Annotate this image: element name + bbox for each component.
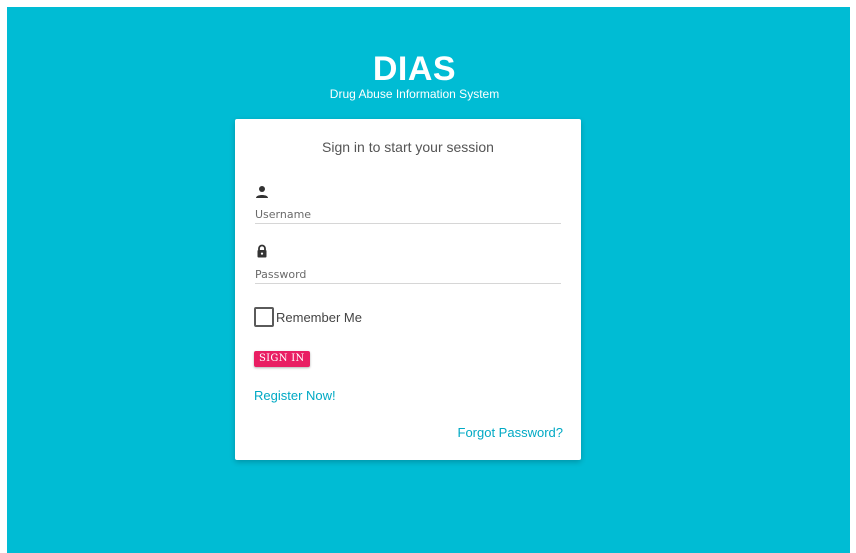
- login-page-background: DIAS Drug Abuse Information System Sign …: [7, 7, 850, 553]
- app-title: DIAS: [372, 50, 457, 88]
- register-link[interactable]: Register Now!: [254, 388, 336, 403]
- brand-header: DIAS Drug Abuse Information System: [7, 51, 822, 101]
- forgot-password-link[interactable]: Forgot Password?: [458, 425, 564, 440]
- sign-in-button[interactable]: SIGN IN: [254, 351, 310, 367]
- remember-me-label: Remember Me: [276, 309, 362, 325]
- lock-icon: [255, 244, 269, 258]
- password-input[interactable]: [255, 265, 561, 284]
- person-icon: [255, 185, 269, 199]
- username-input[interactable]: [255, 205, 561, 224]
- remember-me-row[interactable]: Remember Me: [254, 307, 362, 327]
- app-subtitle: Drug Abuse Information System: [329, 87, 500, 101]
- remember-me-checkbox[interactable]: [254, 307, 274, 327]
- login-card: Sign in to start your session Remember M…: [235, 119, 581, 460]
- login-message: Sign in to start your session: [322, 139, 494, 155]
